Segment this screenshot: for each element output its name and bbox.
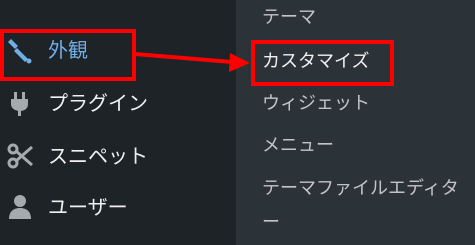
- user-icon: [5, 192, 35, 222]
- sidebar-item-appearance[interactable]: 外観: [0, 27, 236, 73]
- submenu-item-theme-file-editor[interactable]: テーマファイルエディター: [262, 172, 467, 240]
- sidebar-item-plugins[interactable]: プラグイン: [0, 80, 236, 126]
- appearance-submenu: テーマ カスタマイズ ウィジェット メニュー テーマファイルエディター: [236, 0, 475, 245]
- sidebar-item-label: ユーザー: [48, 195, 128, 219]
- submenu-item-customize[interactable]: カスタマイズ: [262, 46, 369, 78]
- plugin-icon: [5, 88, 35, 118]
- sidebar-item-label: 外観: [48, 38, 88, 62]
- scissors-icon: [5, 141, 35, 171]
- admin-sidebar: 外観 プラグイン スニペット ユーザー: [0, 0, 236, 245]
- sidebar-item-snippets[interactable]: スニペット: [0, 133, 236, 179]
- submenu-item-themes[interactable]: テーマ: [262, 2, 316, 34]
- submenu-item-menus[interactable]: メニュー: [262, 130, 334, 162]
- sidebar-item-label: プラグイン: [48, 91, 148, 115]
- sidebar-item-label: スニペット: [48, 144, 148, 168]
- sidebar-item-users[interactable]: ユーザー: [0, 184, 236, 230]
- submenu-item-widgets[interactable]: ウィジェット: [262, 88, 370, 120]
- paintbrush-icon: [5, 35, 35, 65]
